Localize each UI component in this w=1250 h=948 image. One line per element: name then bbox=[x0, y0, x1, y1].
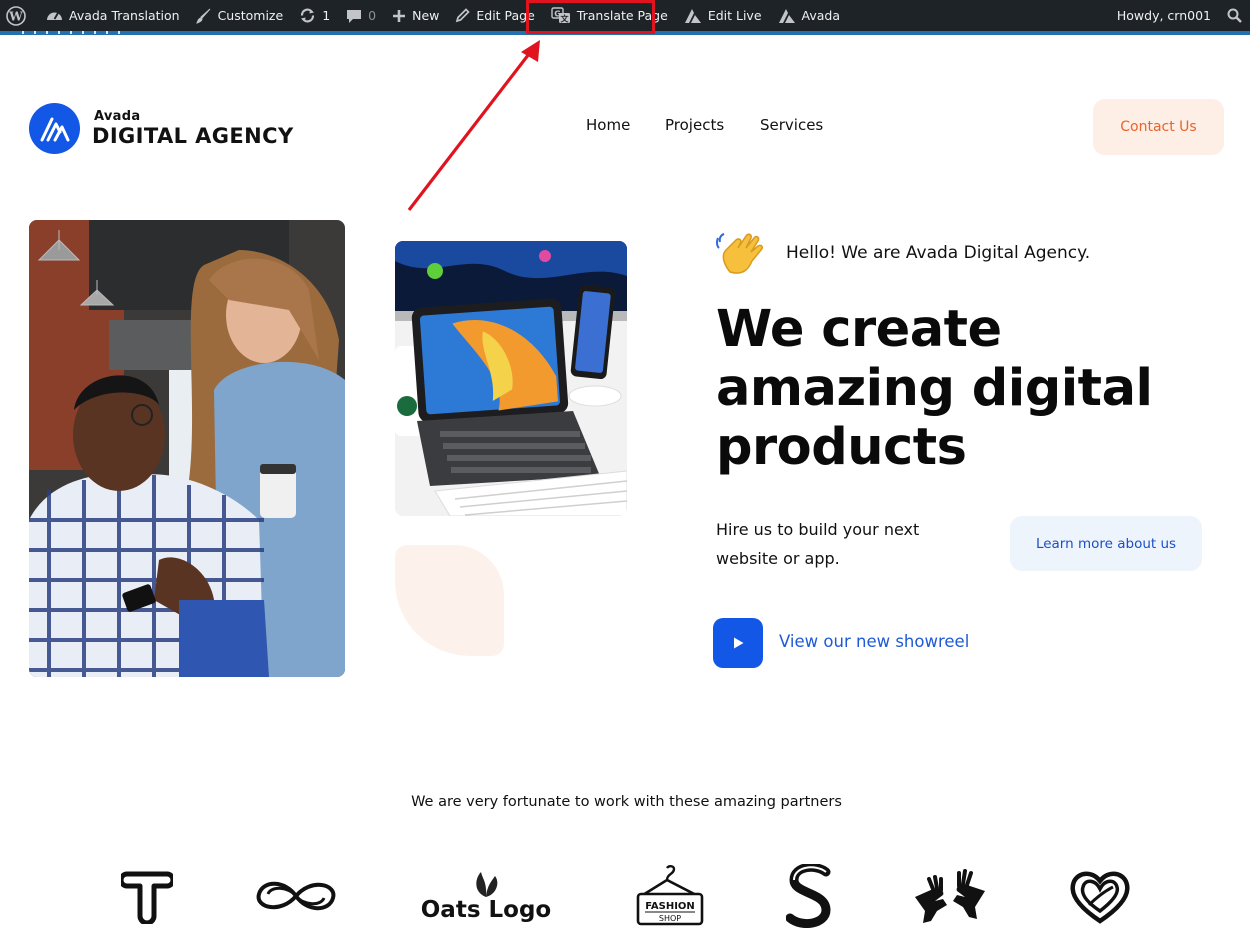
updates-link[interactable]: 1 bbox=[291, 0, 338, 31]
leaf-icon bbox=[476, 872, 498, 897]
oats-logo-text: Oats Logo bbox=[420, 897, 552, 923]
partner-logo-infinity bbox=[254, 860, 338, 932]
updates-icon bbox=[301, 8, 315, 23]
svg-text:W: W bbox=[8, 9, 23, 23]
contact-us-button[interactable]: Contact Us bbox=[1093, 99, 1224, 155]
customize-link[interactable]: Customize bbox=[188, 0, 292, 31]
hero-photo-devices bbox=[395, 241, 627, 516]
play-showreel-button[interactable] bbox=[713, 618, 763, 668]
logo-subtitle: Avada bbox=[94, 109, 141, 124]
account-menu[interactable]: Howdy, crn001 bbox=[1109, 0, 1219, 31]
hero-headline: We create amazing digital products bbox=[716, 300, 1153, 477]
partner-logo-t bbox=[118, 860, 176, 932]
search-icon bbox=[1227, 8, 1242, 23]
fashion-text: FASHION bbox=[645, 901, 695, 912]
edit-live-label: Edit Live bbox=[707, 8, 762, 23]
nav-services[interactable]: Services bbox=[760, 116, 823, 134]
partner-logo-hands bbox=[912, 860, 988, 932]
hero-photo-people bbox=[29, 220, 345, 677]
translate-page-highlight-box bbox=[526, 0, 655, 34]
comment-icon bbox=[347, 9, 362, 23]
learn-more-button[interactable]: Learn more about us bbox=[1010, 516, 1202, 571]
site-name-menu[interactable]: Avada Translation bbox=[38, 0, 188, 31]
nav-home[interactable]: Home bbox=[586, 116, 630, 134]
comments-link[interactable]: 0 bbox=[338, 0, 384, 31]
showreel-link[interactable]: View our new showreel bbox=[779, 632, 969, 651]
partner-logo-fashion-shop: FASHION SHOP bbox=[634, 860, 706, 932]
play-icon bbox=[734, 637, 744, 649]
plus-icon bbox=[393, 9, 406, 22]
partner-logo-heart bbox=[1068, 860, 1132, 932]
updates-count: 1 bbox=[322, 8, 331, 23]
customize-label: Customize bbox=[217, 8, 284, 23]
waving-hand-icon bbox=[716, 233, 763, 274]
partner-logo-s bbox=[784, 860, 836, 932]
search-button[interactable] bbox=[1219, 0, 1250, 31]
avada-label: Avada bbox=[801, 8, 841, 23]
wordpress-menu[interactable]: W bbox=[0, 0, 38, 31]
avada-icon bbox=[684, 8, 701, 23]
hero-subtext: Hire us to build your next website or ap… bbox=[716, 520, 920, 568]
partners-intro: We are very fortunate to work with these… bbox=[411, 794, 842, 810]
hero-greeting: Hello! We are Avada Digital Agency. bbox=[786, 243, 1091, 263]
avada-icon bbox=[778, 8, 795, 23]
new-label: New bbox=[412, 8, 440, 23]
site-name: Avada Translation bbox=[69, 8, 180, 23]
annotation-arrow bbox=[407, 40, 540, 211]
pencil-icon bbox=[456, 8, 471, 23]
dashboard-icon bbox=[47, 12, 62, 20]
logo-icon[interactable] bbox=[29, 103, 80, 154]
comments-count: 0 bbox=[368, 8, 377, 23]
logo-title[interactable]: DIGITAL AGENCY bbox=[92, 124, 294, 148]
decorative-blob bbox=[395, 545, 504, 656]
avada-menu[interactable]: Avada bbox=[770, 0, 848, 31]
howdy-text: Howdy, crn001 bbox=[1116, 8, 1211, 23]
nav-projects[interactable]: Projects bbox=[665, 116, 724, 134]
loading-indicator bbox=[22, 31, 126, 34]
partner-logo-oats: Oats Logo bbox=[418, 860, 554, 932]
wordpress-icon: W bbox=[6, 5, 26, 26]
new-content-menu[interactable]: New bbox=[384, 0, 447, 31]
brush-icon bbox=[195, 8, 210, 24]
edit-live-link[interactable]: Edit Live bbox=[676, 0, 770, 31]
shop-text: SHOP bbox=[659, 914, 681, 923]
